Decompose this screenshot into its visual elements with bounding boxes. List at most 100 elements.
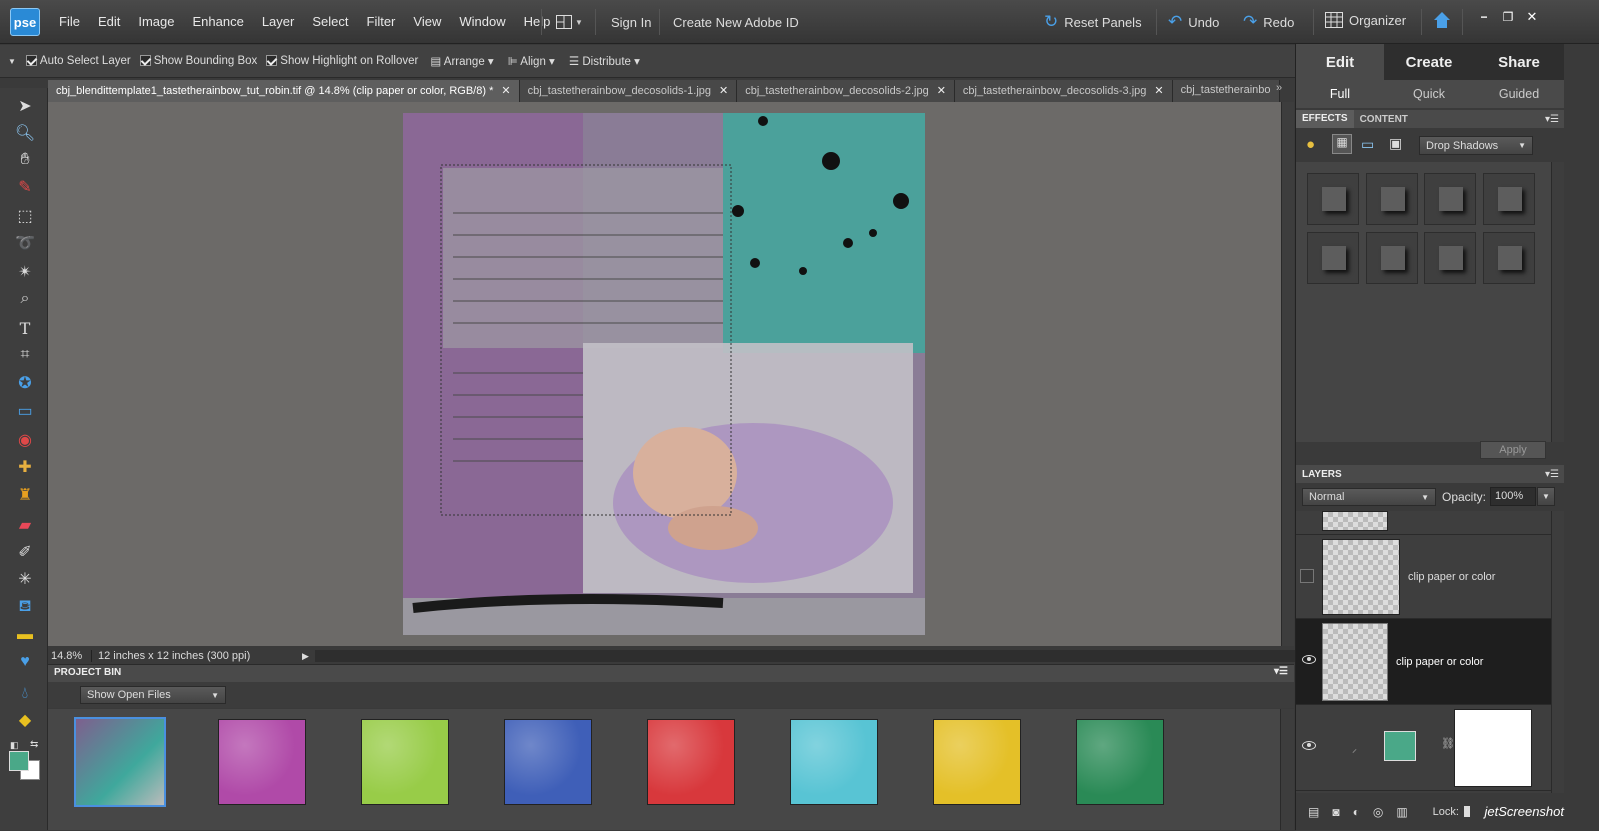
status-menu-icon[interactable]: ▶ [302,651,309,662]
fill-layer-icon[interactable]: ◎ [1373,805,1383,819]
panel-menu-icon[interactable]: ▾☰ [1545,114,1559,125]
eyedropper-tool-icon[interactable]: ✎ [12,175,38,199]
drop-shadow-swatch[interactable] [1483,173,1535,225]
fill-color-swatch[interactable] [1384,731,1416,761]
layers-scrollbar[interactable] [1551,511,1564,811]
apply-button[interactable]: Apply [1480,441,1546,459]
drop-shadow-swatch[interactable] [1307,232,1359,284]
sign-in-link[interactable]: Sign In [611,15,651,30]
tab-document-3[interactable]: cbj_tastetherainbow_decosolids-2.jpg ✕ [737,80,955,102]
close-tab-icon[interactable]: ✕ [719,85,728,97]
minimize-icon[interactable]: − [1474,8,1494,26]
organizer-button[interactable]: Organizer [1325,12,1406,28]
blur-tool-icon[interactable]: 💧︎ [12,682,38,706]
close-tab-icon[interactable]: ✕ [501,85,510,97]
trash-icon[interactable]: ▥ [1396,805,1407,819]
brush-tool-icon[interactable]: ✐ [12,540,38,564]
layer-row-selected[interactable]: clip paper or color [1296,619,1554,705]
move-tool-icon[interactable]: ➤ [12,94,38,118]
tab-share[interactable]: Share [1474,44,1564,80]
shape-tool-icon[interactable]: ♥ [12,650,38,674]
opacity-stepper[interactable]: ▼ [1537,487,1555,506]
menu-layer[interactable]: Layer [253,14,304,29]
smart-brush-tool-icon[interactable]: ✳ [12,567,38,591]
thumbnail-decosolid[interactable] [218,719,306,805]
zoom-tool-icon[interactable]: 🔍︎ [12,121,38,145]
sponge-tool-icon[interactable]: ◆ [12,708,38,732]
show-bounding-box-checkbox[interactable]: Show Bounding Box [139,55,257,67]
panel-menu-icon[interactable]: ▾☰ [1274,666,1288,677]
home-button[interactable] [1432,10,1452,33]
layer-row[interactable]: clip paper or color [1296,535,1554,619]
menu-image[interactable]: Image [129,14,183,29]
tabs-overflow-icon[interactable]: » [1276,82,1282,94]
tab-create[interactable]: Create [1384,44,1474,80]
magic-wand-tool-icon[interactable]: ✴ [12,260,38,284]
swap-colors-icon[interactable]: ⇆ [30,739,38,750]
undo-button[interactable]: ↶ Undo [1168,12,1219,32]
tab-edit[interactable]: Edit [1296,44,1384,80]
close-tab-icon[interactable]: ✕ [937,85,946,97]
thumbnail-decosolid[interactable] [933,719,1021,805]
auto-select-layer-checkbox[interactable]: Auto Select Layer [25,55,131,67]
quick-selection-tool-icon[interactable]: ⌕ [12,287,38,311]
hand-tool-icon[interactable]: ✋︎ [12,148,38,172]
layer-styles-icon[interactable]: ▦ [1332,134,1352,154]
marquee-tool-icon[interactable]: ⬚ [12,204,38,228]
close-tab-icon[interactable]: ✕ [1154,85,1163,97]
menu-window[interactable]: Window [450,14,514,29]
reset-panels-button[interactable]: ↻ Reset Panels [1044,12,1142,32]
link-icon[interactable]: ⛓︎ [1441,737,1455,750]
tab-content[interactable]: CONTENT [1354,114,1414,125]
paint-bucket-tool-icon[interactable]: ⛾ [12,595,38,619]
tab-document-2[interactable]: cbj_tastetherainbow_decosolids-1.jpg ✕ [519,80,738,102]
eye-icon[interactable] [1302,741,1316,750]
new-layer-icon[interactable]: ▤ [1308,805,1319,819]
visibility-toggle[interactable] [1300,569,1314,583]
distribute-dropdown[interactable]: ☰ Distribute ▾ [569,54,640,68]
red-eye-tool-icon[interactable]: ◉ [12,428,38,452]
default-colors-icon[interactable]: ◧ [10,740,19,751]
document-canvas[interactable] [403,113,925,635]
adjustment-layer-icon[interactable]: ◐ [1353,805,1360,819]
drop-shadow-swatch[interactable] [1366,232,1418,284]
tab-document-5[interactable]: cbj_tastetherainbo [1172,80,1280,102]
tab-document-1[interactable]: cbj_blendittemplate1_tastetherainbow_tut… [48,80,520,102]
gradient-tool-icon[interactable]: ▬ [12,623,38,647]
mask-icon[interactable]: ◙ [1332,805,1339,819]
arrangement-button[interactable]: ▼ [556,13,584,31]
cookie-cutter-tool-icon[interactable]: ✪ [12,371,38,395]
show-highlight-checkbox[interactable]: Show Highlight on Rollover [266,55,418,67]
drop-shadow-swatch[interactable] [1424,173,1476,225]
drop-shadow-swatch[interactable] [1307,173,1359,225]
menu-help[interactable]: Help [515,14,560,29]
photo-effects-icon[interactable]: ▭ [1361,136,1374,153]
menu-select[interactable]: Select [303,14,357,29]
tab-full[interactable]: Full [1296,80,1384,108]
drop-shadow-swatch[interactable] [1366,173,1418,225]
align-dropdown[interactable]: ⊫ Align ▾ [508,54,555,68]
thumbnail-decosolid[interactable] [504,719,592,805]
blend-mode-dropdown[interactable]: Normal ▼ [1302,488,1436,506]
menu-enhance[interactable]: Enhance [184,14,253,29]
thumbnail-decosolid[interactable] [1076,719,1164,805]
clone-stamp-tool-icon[interactable]: ♜ [12,483,38,507]
layer-name[interactable]: clip paper or color [1408,571,1495,583]
opacity-input[interactable]: 100% [1490,487,1536,506]
straighten-tool-icon[interactable]: ▭ [12,399,38,423]
filters-icon[interactable]: ● [1306,136,1315,153]
foreground-color-swatch[interactable] [9,751,29,771]
thumbnail-decosolid[interactable] [361,719,449,805]
thumbnail-decosolid[interactable] [647,719,735,805]
drop-shadow-swatch[interactable] [1424,232,1476,284]
lasso-tool-icon[interactable]: ➰ [12,231,38,255]
layer-name[interactable]: clip paper or color [1396,656,1483,668]
layer-row-fill[interactable]: ⸝ ⛓︎ [1296,705,1554,791]
thumbnail-decosolid[interactable] [790,719,878,805]
lock-transparency-icon[interactable] [1463,806,1470,817]
crop-tool-icon[interactable]: ⌗ [12,343,38,367]
menu-edit[interactable]: Edit [89,14,129,29]
show-all-icon[interactable]: ▣ [1389,135,1402,152]
show-open-files-dropdown[interactable]: Show Open Files ▼ [80,686,226,704]
tab-guided[interactable]: Guided [1474,80,1564,108]
